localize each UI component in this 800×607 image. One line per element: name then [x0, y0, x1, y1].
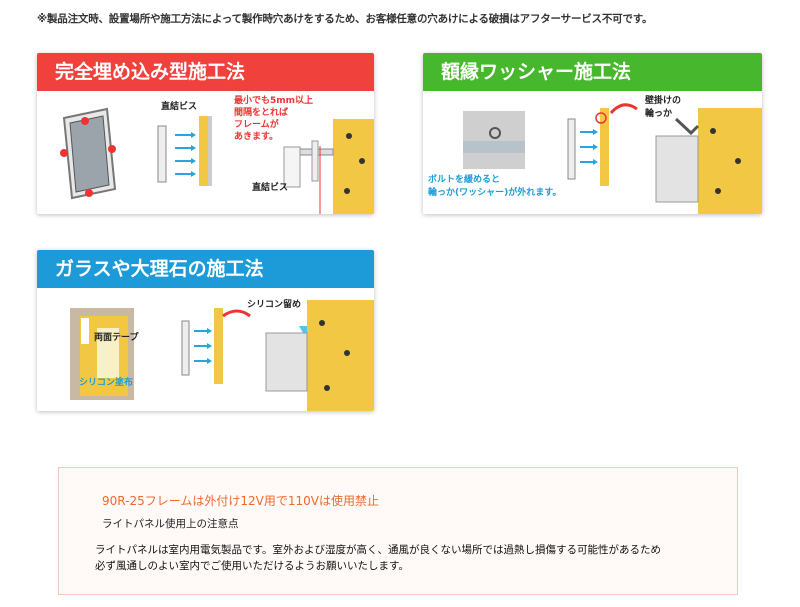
frame-illustration [60, 107, 117, 200]
glass-install-diagram: 両面テープ シリコン塗布 シリコン留め [37, 288, 374, 411]
warning-body: ライトパネルは室内用電気製品です。室外および湿度が高く、通風が良くない場所では過… [95, 542, 661, 574]
label-gap-line2: 間隔をとれば [234, 106, 288, 118]
label-gap-line3: フレームが [234, 118, 280, 130]
label-screw-bottom: 直結ビス [252, 181, 288, 193]
product-notice: ※製品注文時、設置場所や施工方法によって製作時穴あけをするため、お客様任意の穴あ… [37, 13, 653, 25]
arrow-icons [175, 134, 191, 175]
warning-line2: 必ず風通しのよい室内でご使用いただけるようお願いいたします。 [95, 560, 409, 572]
label-silicone-seal: シリコン留め [247, 298, 301, 310]
glass-install-title: ガラスや大理石の施工法 [37, 250, 374, 288]
washer-install-title: 額縁ワッシャー施工法 [423, 53, 762, 91]
label-silicone-apply: シリコン塗布 [79, 376, 133, 388]
glass-install-card: ガラスや大理石の施工法 両面テープ シリコン塗布 シリコン留め [37, 250, 374, 411]
warning-line1: ライトパネルは室内用電気製品です。室外および湿度が高く、通風が良くない場所では過… [95, 544, 661, 556]
label-bolt-line2: 輪っか(ワッシャー)が外れます。 [428, 186, 561, 198]
flush-install-diagram: 直結ビス 最小でも5mm以上 間隔をとれば フレームが あきます。 直結ビス [37, 91, 374, 214]
label-hook-line1: 壁掛けの [645, 94, 681, 106]
flush-install-card: 完全埋め込み型施工法 直結ビス 最小でも5mm以上 間隔をとれば フレームが あ… [37, 53, 374, 214]
label-gap-line1: 最小でも5mm以上 [234, 94, 313, 106]
warning-subtitle: ライトパネル使用上の注意点 [102, 518, 239, 530]
label-gap-line4: あきます。 [234, 131, 278, 142]
warning-title: 90R-25フレームは外付け12V用で110Vは使用禁止 [102, 494, 379, 508]
label-double-tape: 両面テープ [94, 331, 139, 343]
washer-install-card: 額縁ワッシャー施工法 ボルトを緩めると 輪っか(ワッシャー)が外れます。 壁掛け… [423, 53, 762, 214]
usage-warning-box: 90R-25フレームは外付け12V用で110Vは使用禁止 ライトパネル使用上の注… [58, 467, 738, 595]
flush-install-title: 完全埋め込み型施工法 [37, 53, 374, 91]
label-bolt-line1: ボルトを緩めると [428, 173, 500, 185]
label-screw-top: 直結ビス [161, 100, 197, 112]
washer-install-diagram: ボルトを緩めると 輪っか(ワッシャー)が外れます。 壁掛けの 輪っか [423, 91, 762, 214]
label-hook-line2: 輪っか [645, 107, 672, 119]
